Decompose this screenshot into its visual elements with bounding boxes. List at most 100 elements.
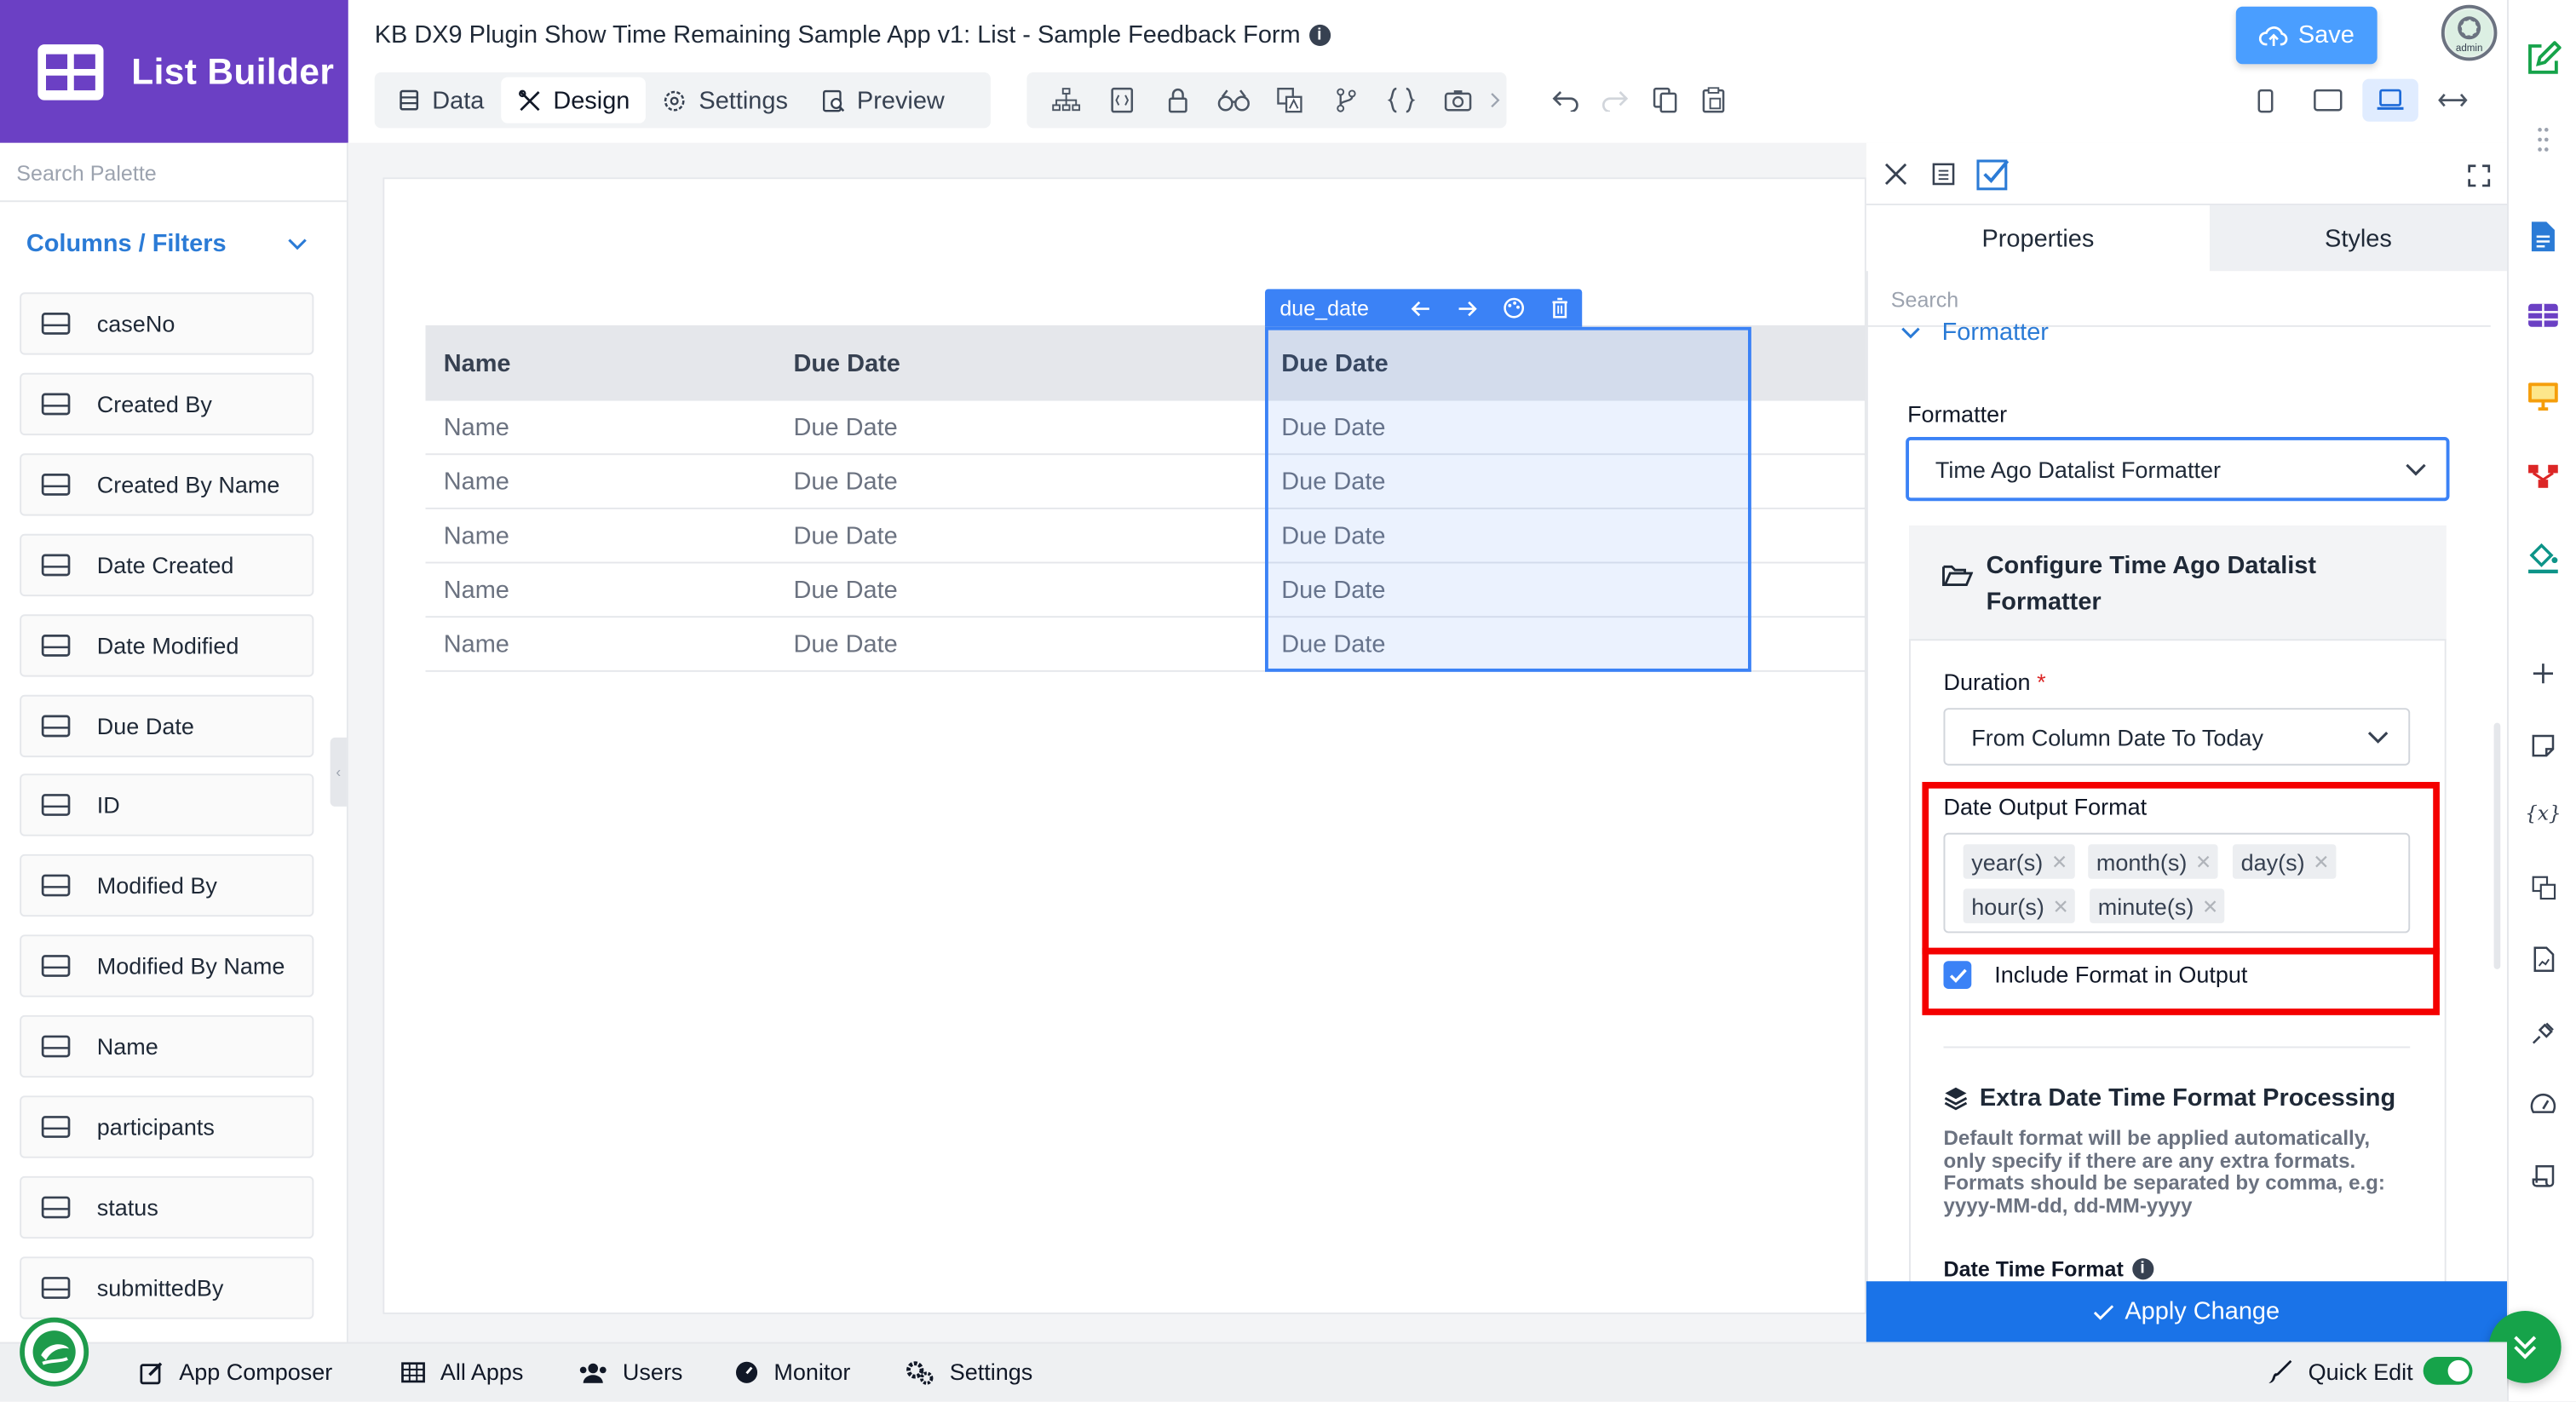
palette-column-item[interactable]: Date Modified	[20, 613, 314, 676]
find-usage-tool[interactable]	[1206, 72, 1262, 129]
palette-column-item[interactable]: Created By	[20, 372, 314, 435]
desktop-view-button[interactable]	[2362, 78, 2418, 122]
save-button[interactable]: Save	[2235, 6, 2378, 65]
rail-userview-builder[interactable]	[2523, 376, 2562, 416]
double-chevron-down-icon	[2514, 1336, 2537, 1359]
palette-column-item[interactable]: caseNo	[20, 292, 314, 355]
form-icon[interactable]	[1932, 163, 1955, 186]
edit-icon	[2528, 41, 2562, 74]
palette-column-item[interactable]: Modified By Name	[20, 934, 314, 998]
delete-column-button[interactable]	[1536, 297, 1582, 319]
expand-icon[interactable]	[2468, 164, 2491, 187]
json-tool[interactable]	[1373, 72, 1429, 129]
screenshot-tool[interactable]	[1429, 72, 1486, 129]
edit-button[interactable]	[2523, 39, 2562, 78]
rail-scroll-doc[interactable]	[2523, 1155, 2562, 1194]
palette-item-label: Modified By Name	[96, 952, 285, 980]
code-file-tool[interactable]	[1094, 72, 1150, 129]
avatar[interactable]: admin	[2441, 4, 2498, 61]
chevron-down-icon[interactable]	[286, 237, 309, 253]
palette-column-item[interactable]: Due Date	[20, 693, 314, 757]
rail-translate[interactable]	[2523, 867, 2562, 906]
palette-search-input[interactable]: Search Palette	[16, 161, 156, 186]
rail-notes[interactable]	[2523, 726, 2562, 765]
column-header[interactable]: Due Date	[793, 325, 900, 401]
palette-column-item[interactable]: Name	[20, 1015, 314, 1078]
bottom-link-label: Settings	[949, 1358, 1033, 1385]
move-left-button[interactable]	[1399, 300, 1445, 316]
tablet-view-button[interactable]	[2300, 79, 2356, 122]
checked-square-icon[interactable]	[1976, 158, 2010, 191]
palette-item-label: Created By	[96, 390, 212, 417]
paste-button[interactable]	[1689, 72, 1739, 129]
quick-edit-toggle[interactable]	[2423, 1356, 2473, 1385]
style-button[interactable]	[1491, 297, 1537, 319]
properties-scrollbar[interactable]	[2493, 722, 2501, 969]
toolbar-more[interactable]	[1485, 72, 1504, 129]
tab-properties[interactable]: Properties	[1866, 205, 2210, 272]
monitor-link[interactable]: Monitor	[734, 1342, 850, 1401]
move-right-button[interactable]	[1445, 300, 1491, 316]
duration-value: From Column Date To Today	[1971, 723, 2263, 750]
branch-tool[interactable]	[1318, 72, 1374, 129]
palette-column-item[interactable]: ID	[20, 774, 314, 837]
close-icon[interactable]	[1884, 163, 1907, 186]
info-icon[interactable]: i	[2131, 1258, 2153, 1280]
palette-collapse-handle[interactable]: ‹	[330, 737, 347, 807]
tab-preview[interactable]: Preview	[804, 78, 961, 124]
rail-form-builder[interactable]	[2523, 217, 2562, 256]
redo-button[interactable]	[1590, 72, 1640, 129]
undo-button[interactable]	[1541, 72, 1590, 129]
rail-drag-handle[interactable]	[2523, 120, 2562, 159]
app-composer-link[interactable]: App Composer	[140, 1342, 332, 1401]
all-apps-link[interactable]: All Apps	[401, 1342, 523, 1401]
apply-change-button[interactable]: Apply Change	[1866, 1281, 2507, 1342]
column-header[interactable]: Name	[444, 325, 511, 401]
rail-plugins[interactable]	[2523, 1012, 2562, 1051]
duration-select[interactable]: From Column Date To Today	[1943, 708, 2411, 766]
page-title-text: KB DX9 Plugin Show Time Remaining Sample…	[374, 21, 1301, 49]
tab-settings[interactable]: Settings	[647, 78, 805, 124]
folder-open-icon	[1942, 565, 1974, 587]
translate-tool[interactable]	[1262, 72, 1318, 129]
rail-list-builder[interactable]	[2523, 296, 2562, 335]
mobile-view-button[interactable]	[2238, 79, 2294, 122]
formatter-value: Time Ago Datalist Formatter	[1935, 456, 2221, 483]
column-icon	[41, 313, 71, 335]
permission-tool[interactable]	[1150, 72, 1206, 129]
quick-edit-control[interactable]: Quick Edit	[2267, 1342, 2413, 1401]
info-icon[interactable]: i	[1308, 24, 1331, 46]
section-header-formatter[interactable]: Formatter	[1899, 319, 2049, 347]
formatter-select[interactable]: Time Ago Datalist Formatter	[1906, 436, 2450, 502]
tab-design[interactable]: Design	[500, 77, 647, 124]
rail-add-button[interactable]	[2523, 654, 2562, 693]
divider	[1943, 1046, 2411, 1049]
palette-column-item[interactable]: submittedBy	[20, 1255, 314, 1319]
settings-link[interactable]: Settings	[906, 1342, 1033, 1401]
full-width-button[interactable]	[2425, 79, 2481, 122]
rail-performance[interactable]	[2523, 1084, 2562, 1123]
translate-icon	[1277, 87, 1302, 113]
rail-reports[interactable]	[2523, 939, 2562, 979]
bottom-link-label: Users	[622, 1358, 683, 1385]
rail-process-builder[interactable]	[2523, 457, 2562, 496]
config-title: Configure Time Ago Datalist Formatter	[1986, 551, 2317, 617]
joget-logo[interactable]	[20, 1317, 89, 1387]
users-link[interactable]: Users	[578, 1342, 683, 1401]
palette-column-item[interactable]: Modified By	[20, 854, 314, 917]
properties-header	[1866, 142, 2507, 206]
palette-column-item[interactable]: status	[20, 1175, 314, 1238]
selected-column-outline[interactable]	[1264, 326, 1751, 672]
palette-column-item[interactable]: participants	[20, 1095, 314, 1158]
rail-theme-builder[interactable]	[2523, 537, 2562, 577]
palette-column-item[interactable]: Created By Name	[20, 452, 314, 516]
palette-item-label: participants	[96, 1113, 215, 1141]
hierarchy-tool[interactable]	[1038, 72, 1095, 129]
palette-section-title[interactable]: Columns / Filters	[26, 230, 227, 258]
rail-variables[interactable]: {x}	[2523, 793, 2562, 832]
copy-button[interactable]	[1640, 72, 1689, 129]
palette-column-item[interactable]: Date Created	[20, 533, 314, 596]
tab-styles[interactable]: Styles	[2209, 205, 2507, 272]
binoculars-icon	[1217, 89, 1250, 112]
tab-data[interactable]: Data	[381, 78, 500, 124]
